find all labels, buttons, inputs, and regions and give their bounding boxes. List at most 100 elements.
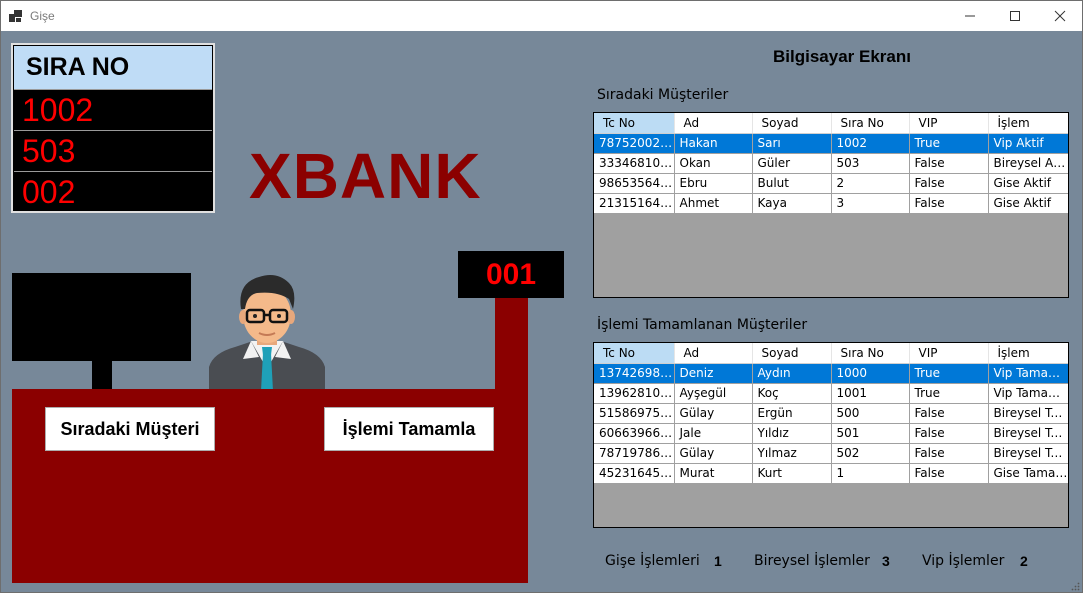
table-cell[interactable]: 1000 [831,363,910,384]
table-cell[interactable]: Bireysel Tamamlandı [988,403,1068,424]
column-header[interactable]: Ad [674,343,753,364]
table-cell[interactable]: Koç [752,383,832,404]
table-cell[interactable]: Okan [674,153,753,174]
table-cell[interactable]: Gise Aktif [988,173,1068,194]
table-cell[interactable]: Yıldız [752,423,832,444]
sira-no-board: SIRA NO 1002 503 002 [11,43,215,213]
table-row[interactable]: 21315164654AhmetKaya3FalseGise Aktif [594,193,1068,214]
table-cell[interactable]: False [909,403,989,424]
table-cell[interactable]: Bireysel Aktif [988,153,1068,174]
table-cell[interactable]: 13742698112 [594,363,675,384]
close-button[interactable] [1037,1,1082,31]
table-cell[interactable]: False [909,193,989,214]
table-cell[interactable]: False [909,173,989,194]
table-cell[interactable]: 33346810798 [594,153,675,174]
table-cell[interactable]: 502 [831,443,910,464]
table-cell[interactable]: True [909,363,989,384]
table-row[interactable]: 78752002479HakanSarı1002TrueVip Aktif [594,133,1068,154]
table-cell[interactable]: 98653564545 [594,173,675,194]
table-cell[interactable]: Bireysel Tamamlandı [988,423,1068,444]
resize-grip-icon[interactable] [1070,581,1080,591]
table-cell[interactable]: Kurt [752,463,832,484]
table-cell[interactable]: 21315164654 [594,193,675,214]
table-cell[interactable]: Ahmet [674,193,753,214]
table-cell[interactable]: Güler [752,153,832,174]
table-cell[interactable]: False [909,443,989,464]
queue-customers-grid[interactable]: Tc NoAdSoyadSıra NoVIPİşlem 78752002479H… [593,112,1069,298]
table-row[interactable]: 13742698112DenizAydın1000TrueVip Tamamla… [594,363,1068,384]
table-cell[interactable]: 2 [831,173,910,194]
teller-avatar [209,275,325,391]
table-cell[interactable]: 60663966109 [594,423,675,444]
table-cell[interactable]: Kaya [752,193,832,214]
table-cell[interactable]: 500 [831,403,910,424]
table-cell[interactable]: Gise Tamamlandı [988,463,1068,484]
table-cell[interactable]: Yılmaz [752,443,832,464]
column-header[interactable]: Ad [674,113,753,134]
column-header[interactable]: VIP [909,343,989,364]
bireysel-transactions-label: Bireysel İşlemler [754,553,870,569]
table-cell[interactable]: 78752002479 [594,133,675,154]
brand-logo: XBANK [249,140,482,212]
column-header[interactable]: Tc No [594,113,675,134]
table-row[interactable]: 33346810798OkanGüler503FalseBireysel Akt… [594,153,1068,174]
table-cell[interactable]: Vip Tamamlandı [988,383,1068,404]
title-bar[interactable]: Gişe [1,1,1082,31]
column-header[interactable]: Sıra No [831,343,910,364]
table-cell[interactable]: Bireysel Tamamlandı [988,443,1068,464]
sira-number-3: 002 [14,171,212,211]
next-customer-button[interactable]: Sıradaki Müşteri [45,407,215,451]
table-cell[interactable]: 1002 [831,133,910,154]
minimize-button[interactable] [947,1,993,31]
table-cell[interactable]: Ayşegül [674,383,753,404]
table-cell[interactable]: 501 [831,423,910,444]
column-header[interactable]: Soyad [752,343,832,364]
table-cell[interactable]: Aydın [752,363,832,384]
column-header[interactable]: Soyad [752,113,832,134]
table-cell[interactable]: Ebru [674,173,753,194]
maximize-button[interactable] [992,1,1038,31]
table-cell[interactable]: Vip Aktif [988,133,1068,154]
table-cell[interactable]: Vip Tamamlandı [988,363,1068,384]
table-row[interactable]: 13962810642AyşegülKoç1001TrueVip Tamamla… [594,383,1068,404]
table-row[interactable]: 78719786119GülayYılmaz502FalseBireysel T… [594,443,1068,464]
table-cell[interactable]: Gülay [674,443,753,464]
table-cell[interactable]: Deniz [674,363,753,384]
table-cell[interactable]: Gise Aktif [988,193,1068,214]
table-cell[interactable]: False [909,423,989,444]
completed-customers-grid[interactable]: Tc NoAdSoyadSıra NoVIPİşlem 13742698112D… [593,342,1069,528]
table-cell[interactable]: Gülay [674,403,753,424]
sira-number-2: 503 [14,130,212,170]
table-cell[interactable]: Bulut [752,173,832,194]
column-header[interactable]: Tc No [594,343,675,364]
table-row[interactable]: 60663966109JaleYıldız501FalseBireysel Ta… [594,423,1068,444]
table-cell[interactable]: Murat [674,463,753,484]
table-cell[interactable]: True [909,133,989,154]
table-cell[interactable]: True [909,383,989,404]
table-cell[interactable]: Jale [674,423,753,444]
gise-transactions-label: Gişe İşlemleri [605,553,700,569]
table-cell[interactable]: 13962810642 [594,383,675,404]
table-row[interactable]: 51586975494GülayErgün500FalseBireysel Ta… [594,403,1068,424]
table-cell[interactable]: 3 [831,193,910,214]
table-cell[interactable]: 78719786119 [594,443,675,464]
table-cell[interactable]: Ergün [752,403,832,424]
computer-screen-title: Bilgisayar Ekranı [773,47,911,66]
table-row[interactable]: 98653564545EbruBulut2FalseGise Aktif [594,173,1068,194]
window-title: Gişe [30,9,55,23]
table-cell[interactable]: 51586975494 [594,403,675,424]
table-cell[interactable]: False [909,153,989,174]
table-cell[interactable]: 1 [831,463,910,484]
table-row[interactable]: 45231645464MuratKurt1FalseGise Tamamland… [594,463,1068,484]
table-cell[interactable]: 503 [831,153,910,174]
table-cell[interactable]: 1001 [831,383,910,404]
complete-transaction-button[interactable]: İşlemi Tamamla [324,407,494,451]
table-cell[interactable]: Sarı [752,133,832,154]
column-header[interactable]: İşlem [988,113,1068,134]
table-cell[interactable]: 45231645464 [594,463,675,484]
table-cell[interactable]: Hakan [674,133,753,154]
column-header[interactable]: VIP [909,113,989,134]
table-cell[interactable]: False [909,463,989,484]
column-header[interactable]: İşlem [988,343,1068,364]
column-header[interactable]: Sıra No [831,113,910,134]
